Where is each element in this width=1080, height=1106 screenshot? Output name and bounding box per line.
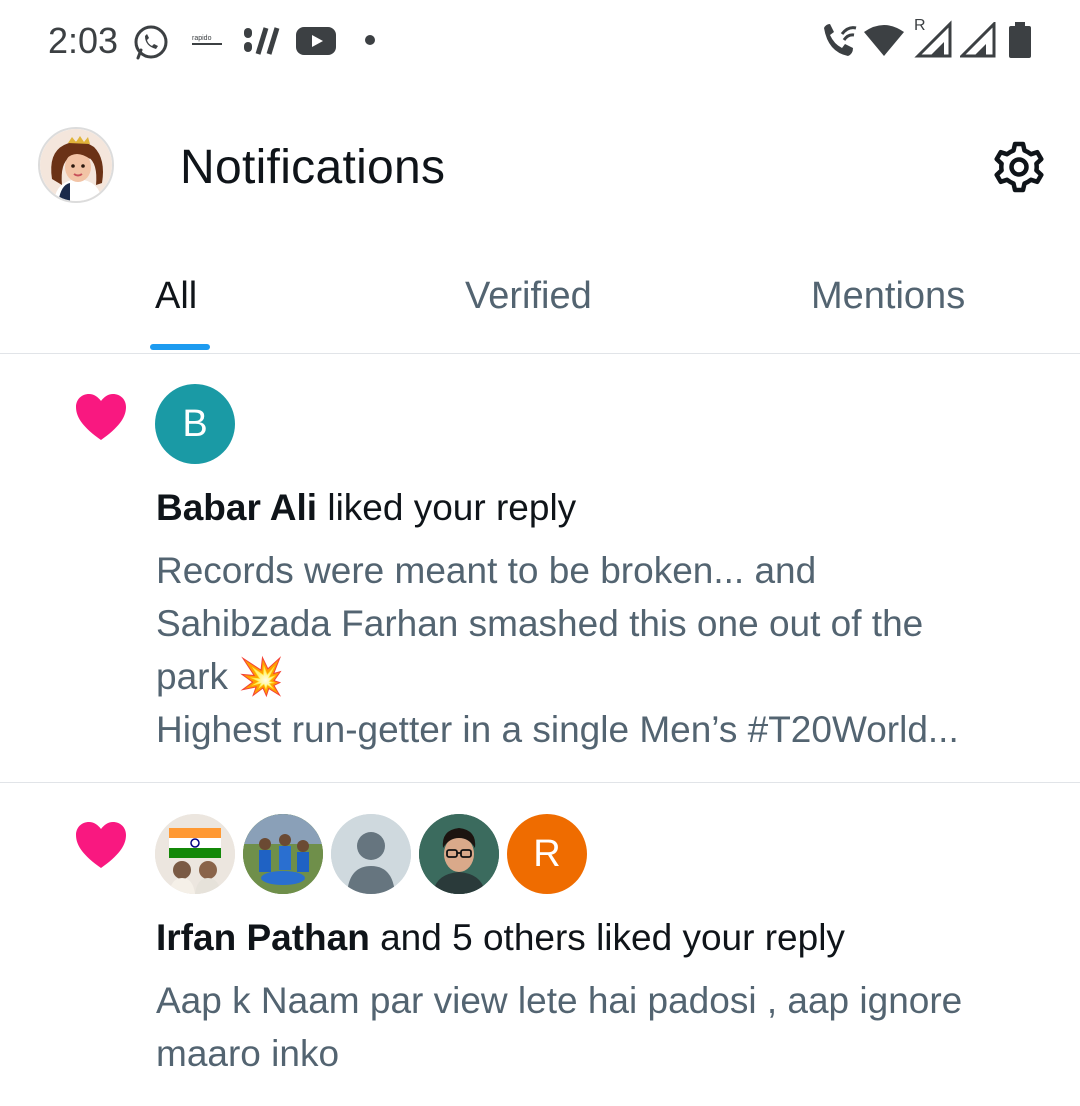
wifi-icon: [864, 25, 904, 56]
svg-text:rapido: rapido: [192, 35, 212, 42]
avatar-row: R: [155, 814, 587, 894]
signal-icon: R: [914, 17, 952, 58]
notification-text: Irfan Pathan and 5 others liked your rep…: [156, 917, 845, 959]
avatar[interactable]: [155, 814, 235, 894]
rapido-icon: rapido: [192, 35, 222, 45]
youtube-icon: [296, 27, 336, 55]
status-time: 2:03: [48, 20, 119, 61]
tab-mentions[interactable]: Mentions: [811, 275, 965, 318]
status-bar: 2:03 rapido R: [0, 0, 1080, 84]
notification-text: Babar Ali liked your reply: [156, 487, 576, 529]
avatar-row: B: [155, 384, 235, 464]
actor-name[interactable]: Babar Ali: [156, 487, 317, 528]
snippet-line: Aap k Naam par view lete hai padosi , aa…: [156, 980, 963, 1021]
battery-icon: [1009, 22, 1031, 58]
tab-all[interactable]: All: [155, 275, 197, 318]
settings-button[interactable]: [990, 138, 1048, 196]
avatar-initial: R: [533, 832, 561, 875]
notification-action: liked your reply: [317, 487, 577, 528]
whatsapp-icon: [134, 25, 168, 60]
snippet-line: Highest run-getter in a single Men’s #T2…: [156, 709, 959, 750]
snippet-line: Records were meant to be broken... and: [156, 550, 817, 591]
sound-bars-icon: [244, 27, 280, 55]
avatar-initial: B: [182, 402, 208, 445]
reply-snippet[interactable]: Aap k Naam par view lete hai padosi , aa…: [156, 974, 1056, 1080]
snippet-line: Sahibzada Farhan smashed this one out of…: [156, 603, 924, 644]
gear-icon: [994, 141, 1044, 193]
notification-item[interactable]: R Irfan Pathan and 5 others liked your r…: [0, 784, 1080, 1106]
snippet-line: park 💥: [156, 656, 285, 697]
top-app-bar: Notifications: [0, 100, 1080, 240]
avatar[interactable]: B: [155, 384, 235, 464]
snippet-line: maaro inko: [156, 1033, 340, 1074]
actor-name[interactable]: Irfan Pathan: [156, 917, 370, 958]
page-title: Notifications: [180, 141, 446, 194]
tab-verified[interactable]: Verified: [465, 275, 592, 318]
tab-bar: All Verified Mentions: [0, 245, 1080, 354]
notification-action: and 5 others liked your reply: [369, 917, 845, 958]
default-person-icon: [331, 814, 411, 894]
reply-snippet[interactable]: Records were meant to be broken... and S…: [156, 544, 1056, 756]
avatar[interactable]: [419, 814, 499, 894]
notification-item[interactable]: B Babar Ali liked your reply Records wer…: [0, 354, 1080, 783]
active-tab-indicator: [150, 344, 210, 350]
heart-icon: [76, 822, 126, 868]
svg-text:R: R: [914, 17, 926, 34]
avatar[interactable]: R: [507, 814, 587, 894]
profile-avatar[interactable]: [38, 127, 114, 203]
heart-icon: [76, 394, 126, 440]
signal-icon: [960, 22, 996, 58]
avatar[interactable]: [331, 814, 411, 894]
wifi-calling-icon: [824, 24, 857, 56]
avatar[interactable]: [243, 814, 323, 894]
dot-icon: [365, 35, 375, 45]
